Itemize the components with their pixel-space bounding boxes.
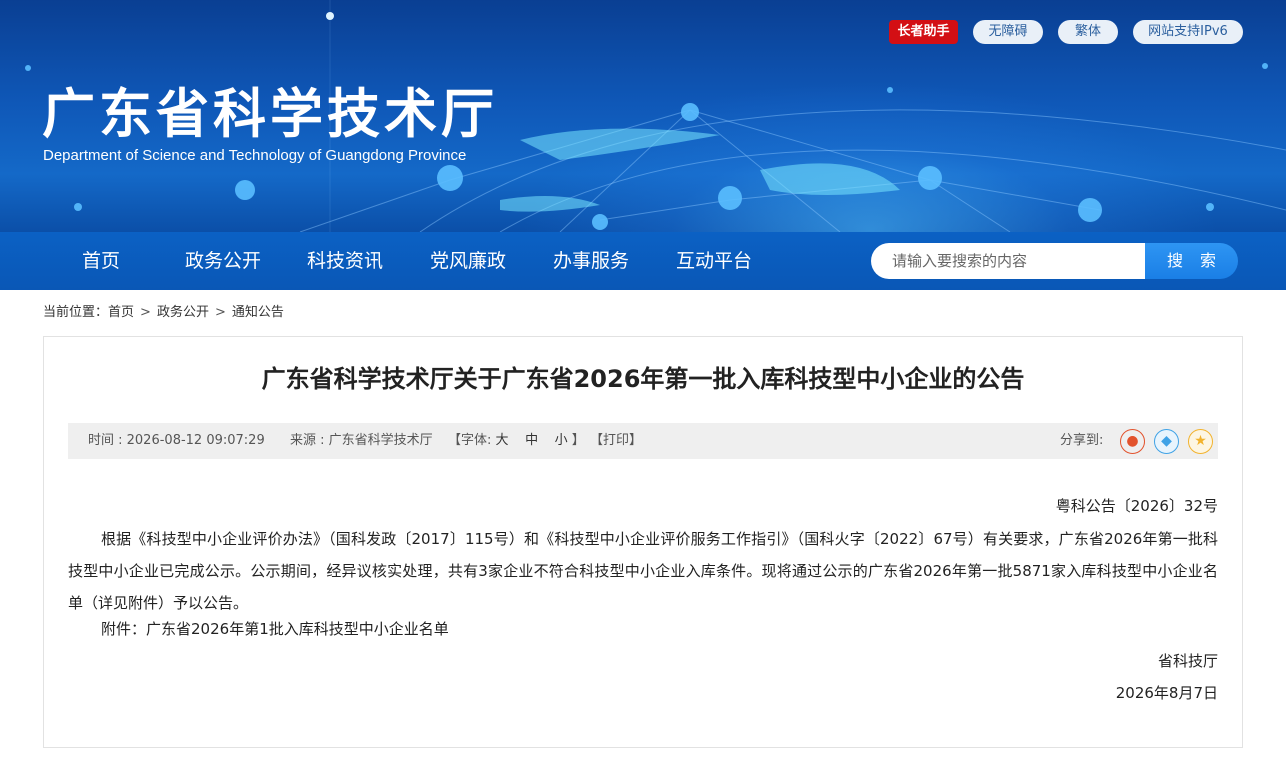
- signing-organization: 省科技厅: [1157, 652, 1218, 670]
- nav-item-tech-news[interactable]: 科技资讯: [307, 232, 383, 290]
- top-tools: 长者助手 无障碍 繁体 网站支持IPv6: [0, 20, 1286, 44]
- breadcrumb: 当前位置：首页 > 政务公开 > 通知公告: [43, 301, 284, 320]
- nav-item-interaction[interactable]: 互动平台: [676, 232, 752, 290]
- font-size-control: 【字体: 大 中 小 】: [448, 423, 585, 459]
- breadcrumb-home[interactable]: 首页: [108, 305, 134, 320]
- article-title: 广东省科学技术厅关于广东省2026年第一批入库科技型中小企业的公告: [261, 365, 1025, 393]
- breadcrumb-separator: >: [214, 305, 226, 320]
- search-button[interactable]: 搜 索: [1145, 243, 1238, 279]
- nav-item-services[interactable]: 办事服务: [553, 232, 629, 290]
- font-size-suffix: 】: [571, 433, 585, 448]
- document-number: 粤科公告〔2026〕32号: [1055, 497, 1218, 515]
- font-medium-button[interactable]: 中: [525, 433, 538, 448]
- traditional-chinese-button[interactable]: 繁体: [1058, 20, 1118, 44]
- article-body: 根据《科技型中小企业评价办法》（国科发政〔2017〕115号）和《科技型中小企业…: [68, 530, 1218, 612]
- nav-item-party-integrity[interactable]: 党风廉政: [430, 232, 506, 290]
- qq-share-icon[interactable]: ◆: [1154, 429, 1179, 454]
- site-banner: 广东省科学技术厅 Department of Science and Techn…: [0, 0, 1286, 232]
- font-size-prefix: 【字体:: [448, 433, 492, 448]
- share-label: 分享到:: [1060, 433, 1104, 448]
- nav-item-government-affairs[interactable]: 政务公开: [185, 232, 261, 290]
- breadcrumb-separator: >: [140, 305, 151, 320]
- site-subtitle: Department of Science and Technology of …: [43, 147, 467, 164]
- font-large-button[interactable]: 大: [496, 433, 509, 448]
- breadcrumb-prefix: 当前位置：: [43, 305, 109, 320]
- font-small-button[interactable]: 小: [555, 433, 568, 448]
- attachment-link[interactable]: 广东省2026年第1批入库科技型中小企业名单: [146, 620, 449, 638]
- article-meta-bar: 时间 : 2026-08-12 09:07:29 来源 : 广东省科学技术厅 【…: [68, 423, 1218, 459]
- attachment: 附件：广东省2026年第1批入库科技型中小企业名单: [101, 618, 449, 639]
- search-box: [871, 243, 1146, 279]
- qzone-share-icon[interactable]: ★: [1188, 429, 1213, 454]
- elder-assistant-button[interactable]: 长者助手: [889, 20, 958, 44]
- search-input[interactable]: [871, 243, 1146, 279]
- breadcrumb-notices[interactable]: 通知公告: [232, 305, 284, 320]
- main-nav: 首页 政务公开 科技资讯 党风廉政 办事服务 互动平台 搜 索: [0, 232, 1286, 290]
- nav-item-home[interactable]: 首页: [82, 232, 120, 290]
- article-panel: 广东省科学技术厅关于广东省2026年第一批入库科技型中小企业的公告 时间 : 2…: [43, 336, 1243, 748]
- breadcrumb-government-affairs[interactable]: 政务公开: [157, 305, 209, 320]
- article-source: 来源 : 广东省科学技术厅: [290, 433, 433, 448]
- accessibility-button[interactable]: 无障碍: [973, 20, 1043, 44]
- print-button[interactable]: 【打印】: [590, 423, 642, 459]
- site-title: 广东省科学技术厅: [42, 84, 498, 145]
- weibo-share-icon[interactable]: ●: [1120, 429, 1145, 454]
- attachment-label: 附件：: [101, 620, 147, 638]
- ipv6-support-badge[interactable]: 网站支持IPv6: [1133, 20, 1243, 44]
- publish-time: 时间 : 2026-08-12 09:07:29: [88, 433, 265, 448]
- signing-date: 2026年8月7日: [1115, 684, 1218, 702]
